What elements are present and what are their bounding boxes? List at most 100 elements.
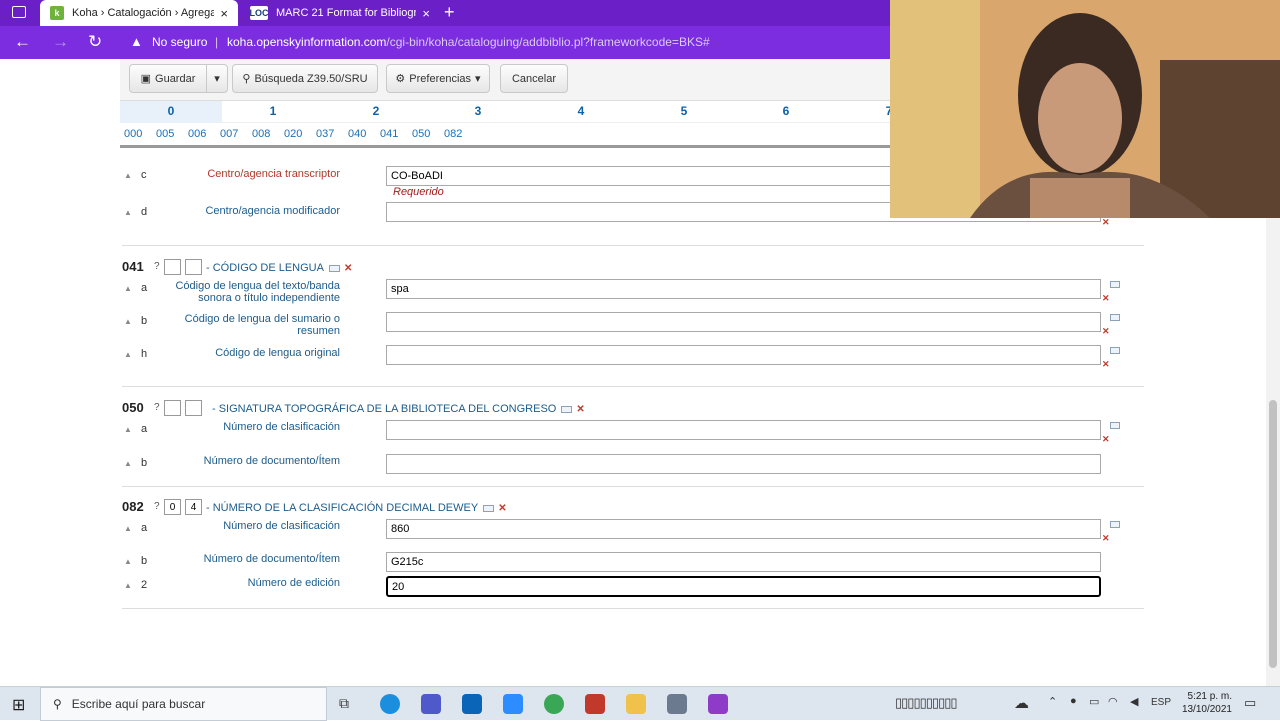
move-up-icon[interactable]: ▲ [124, 459, 132, 468]
zoom-icon[interactable] [503, 694, 523, 714]
tab-0[interactable]: 0 [120, 101, 222, 123]
preferences-button[interactable]: ⚙ Preferencias ▾ [386, 64, 490, 93]
reload-icon[interactable]: ↻ [88, 32, 102, 52]
indicator-2-input[interactable] [185, 499, 202, 515]
move-up-icon[interactable]: ▲ [124, 317, 132, 326]
delete-subfield-icon[interactable]: ✕ [1102, 434, 1110, 445]
network-icon[interactable]: ◠ [1108, 695, 1118, 708]
move-up-icon[interactable]: ▲ [124, 524, 132, 533]
battery-icon[interactable]: ▭ [1089, 695, 1099, 708]
chrome-icon[interactable] [544, 694, 564, 714]
tab-1[interactable]: 1 [222, 101, 324, 123]
volume-icon[interactable]: ◀ [1130, 695, 1138, 708]
clone-field-icon[interactable] [328, 264, 340, 272]
delete-subfield-icon[interactable]: ✕ [1102, 217, 1110, 228]
edge-icon[interactable] [380, 694, 400, 714]
tab-2[interactable]: 2 [325, 101, 427, 123]
app-icon[interactable] [585, 694, 605, 714]
field-link[interactable]: 008 [252, 128, 270, 140]
move-up-icon[interactable]: ▲ [124, 425, 132, 434]
move-up-icon[interactable]: ▲ [124, 284, 132, 293]
system-clock[interactable]: 5:21 p. m. 13/10/2021 [1172, 690, 1232, 716]
back-icon[interactable]: ← [14, 32, 31, 52]
new-tab-button[interactable]: + [444, 2, 455, 23]
file-explorer-icon[interactable] [626, 694, 646, 714]
cancel-button[interactable]: Cancelar [500, 64, 568, 93]
taskbar-search[interactable]: ⚲ Escribe aquí para buscar [40, 687, 327, 721]
scrollbar-thumb[interactable] [1269, 400, 1277, 668]
close-tab-icon[interactable]: × [422, 6, 430, 21]
delete-field-icon[interactable]: ✕ [344, 263, 352, 274]
app-icon[interactable] [708, 694, 728, 714]
delete-subfield-icon[interactable]: ✕ [1102, 326, 1110, 337]
widget-icon[interactable]: ▯▯▯▯▯▯▯▯▯▯ [895, 695, 958, 711]
windows-start-icon[interactable]: ⊞ [12, 695, 25, 715]
field-link[interactable]: 050 [412, 128, 430, 140]
delete-field-icon[interactable]: ✕ [498, 503, 506, 514]
z3950-search-button[interactable]: ⚲ Búsqueda Z39.50/SRU [232, 64, 378, 93]
field-link[interactable]: 006 [188, 128, 206, 140]
field-link[interactable]: 000 [124, 128, 142, 140]
dewey-item-number-input[interactable] [386, 552, 1101, 572]
clone-subfield-icon[interactable] [1110, 521, 1120, 528]
help-link[interactable]: ? [154, 261, 160, 272]
task-view-icon[interactable]: ⧉ [339, 695, 349, 712]
move-up-icon[interactable]: ▲ [124, 171, 132, 180]
save-dropdown-button[interactable]: ▾ [206, 64, 228, 93]
window-menu-icon[interactable] [12, 6, 26, 18]
language-text-input[interactable] [386, 279, 1101, 299]
edition-number-input[interactable] [386, 576, 1101, 597]
language-summary-input[interactable] [386, 312, 1101, 332]
clone-field-icon[interactable] [483, 504, 495, 512]
page-scrollbar[interactable] [1266, 218, 1280, 686]
url-field[interactable]: koha.openskyinformation.com/cgi-bin/koha… [227, 35, 710, 49]
delete-field-icon[interactable]: ✕ [576, 404, 584, 415]
move-up-icon[interactable]: ▲ [124, 557, 132, 566]
tab-marc21[interactable]: LOC MARC 21 Format for Bibliograph × [240, 0, 440, 26]
field-link[interactable]: 037 [316, 128, 334, 140]
field-link[interactable]: 041 [380, 128, 398, 140]
field-link[interactable]: 007 [220, 128, 238, 140]
lc-item-number-input[interactable] [386, 454, 1101, 474]
language-original-input[interactable] [386, 345, 1101, 365]
close-tab-icon[interactable]: × [220, 6, 228, 21]
delete-subfield-icon[interactable]: ✕ [1102, 533, 1110, 544]
tab-5[interactable]: 5 [633, 101, 735, 123]
indicator-2-input[interactable] [185, 259, 202, 275]
lc-classification-input[interactable] [386, 420, 1101, 440]
tab-3[interactable]: 3 [427, 101, 529, 123]
field-link[interactable]: 082 [444, 128, 462, 140]
forward-icon[interactable]: → [52, 32, 69, 52]
notifications-icon[interactable]: ▭ [1244, 695, 1256, 711]
teams-icon[interactable] [421, 694, 441, 714]
microphone-icon[interactable]: ● [1070, 695, 1077, 707]
move-up-icon[interactable]: ▲ [124, 350, 132, 359]
indicator-1-input[interactable] [164, 499, 181, 515]
help-link[interactable]: ? [154, 402, 160, 413]
move-up-icon[interactable]: ▲ [124, 208, 132, 217]
warning-icon[interactable]: ▲ [130, 34, 143, 49]
move-up-icon[interactable]: ▲ [124, 581, 132, 590]
delete-subfield-icon[interactable]: ✕ [1102, 359, 1110, 370]
input-language[interactable]: ESP [1151, 697, 1171, 708]
clone-subfield-icon[interactable] [1110, 314, 1120, 321]
weather-icon[interactable]: ☁ [1014, 694, 1029, 712]
clone-subfield-icon[interactable] [1110, 281, 1120, 288]
tab-6[interactable]: 6 [735, 101, 837, 123]
help-link[interactable]: ? [154, 501, 160, 512]
clone-field-icon[interactable] [561, 405, 573, 413]
indicator-2-input[interactable] [185, 400, 202, 416]
clone-subfield-icon[interactable] [1110, 347, 1120, 354]
outlook-icon[interactable] [462, 694, 482, 714]
app-icon[interactable] [667, 694, 687, 714]
field-link[interactable]: 040 [348, 128, 366, 140]
indicator-1-input[interactable] [164, 400, 181, 416]
field-link[interactable]: 005 [156, 128, 174, 140]
tab-4[interactable]: 4 [530, 101, 632, 123]
field-link[interactable]: 020 [284, 128, 302, 140]
tab-koha[interactable]: k Koha › Catalogación › Agregar re × [40, 0, 238, 26]
delete-subfield-icon[interactable]: ✕ [1102, 293, 1110, 304]
dewey-classification-input[interactable] [386, 519, 1101, 539]
clone-subfield-icon[interactable] [1110, 422, 1120, 429]
save-button[interactable]: ▣ Guardar [129, 64, 207, 93]
